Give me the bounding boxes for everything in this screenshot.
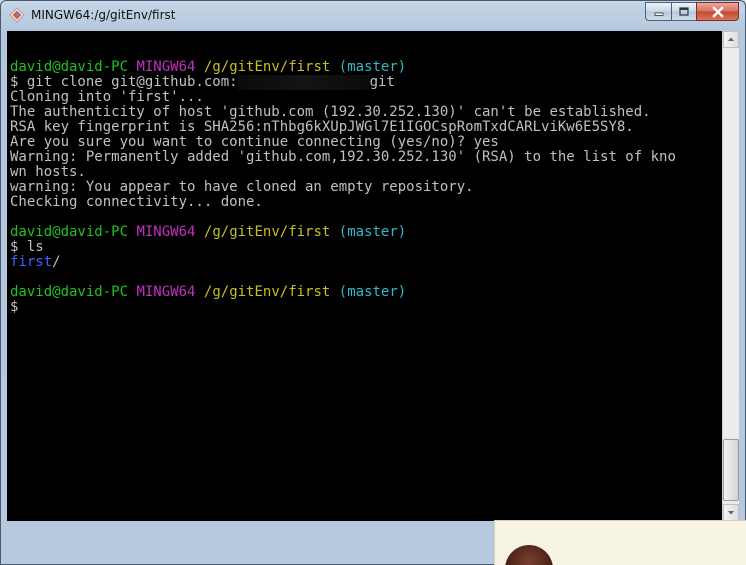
output-line: $ ls — [10, 240, 676, 255]
close-icon — [711, 5, 724, 18]
window-controls — [645, 2, 739, 21]
vertical-scrollbar[interactable] — [722, 31, 739, 521]
output-line: Checking connectivity... done. — [10, 195, 676, 210]
arrow-up-icon — [728, 37, 734, 41]
output-text: Checking connectivity... done. — [10, 194, 263, 210]
terminal-window: MINGW64:/g/gitEnv/first david@david-PC M… — [0, 0, 746, 565]
output-line: RSA key fingerprint is SHA256:nThbg6kXUp… — [10, 120, 676, 135]
output-line: wn hosts. — [10, 165, 676, 180]
output-text: warning: You appear to have cloned an em… — [10, 179, 474, 195]
prompt-shell: MINGW64 — [136, 224, 196, 240]
scroll-down-button[interactable] — [723, 504, 739, 521]
minimize-icon — [654, 12, 663, 16]
command-line: $ git clone git@github.com: git — [10, 75, 676, 90]
output-text: wn hosts. — [10, 164, 86, 180]
prompt-path: /g/gitEnv/first — [203, 59, 331, 75]
prompt-branch: (master) — [338, 59, 407, 75]
overlapping-window[interactable] — [494, 520, 746, 565]
output-text: $ ls — [10, 239, 44, 255]
maximize-button[interactable] — [671, 2, 696, 21]
output-text: Cloning into 'first'... — [10, 89, 204, 105]
output-line: The authenticity of host 'github.com (19… — [10, 105, 676, 120]
window-title: MINGW64:/g/gitEnv/first — [31, 8, 176, 22]
output-text: RSA key fingerprint is SHA256:nThbg6kXUp… — [10, 119, 634, 135]
command-text-suffix: git — [369, 74, 395, 90]
prompt-line: david@david-PC MINGW64 /g/gitEnv/first (… — [10, 285, 676, 300]
scroll-thumb[interactable] — [723, 439, 739, 501]
close-button[interactable] — [696, 2, 739, 21]
input-prompt[interactable]: $ — [10, 300, 676, 315]
prompt-user: david@david-PC — [10, 284, 129, 300]
output-text: Are you sure you want to continue connec… — [10, 134, 499, 150]
maximize-icon — [679, 6, 689, 16]
avatar — [505, 545, 553, 565]
prompt-branch: (master) — [338, 224, 407, 240]
prompt-line: david@david-PC MINGW64 /g/gitEnv/first (… — [10, 225, 676, 240]
output-line: Warning: Permanently added 'github.com,1… — [10, 150, 676, 165]
directory-listing: first/ — [10, 255, 676, 270]
minimize-button[interactable] — [645, 2, 671, 21]
prompt-shell: MINGW64 — [136, 284, 196, 300]
directory-name: first — [10, 254, 53, 270]
terminal-lines: david@david-PC MINGW64 /g/gitEnv/first (… — [10, 45, 676, 315]
prompt-user: david@david-PC — [10, 59, 129, 75]
prompt-user: david@david-PC — [10, 224, 129, 240]
git-bash-icon[interactable] — [9, 7, 25, 23]
prompt-path: /g/gitEnv/first — [203, 284, 331, 300]
prompt-shell: MINGW64 — [136, 59, 196, 75]
prompt-branch: (master) — [338, 284, 407, 300]
prompt-line: david@david-PC MINGW64 /g/gitEnv/first (… — [10, 60, 676, 75]
terminal-output[interactable]: david@david-PC MINGW64 /g/gitEnv/first (… — [7, 31, 722, 521]
directory-suffix: / — [52, 254, 61, 270]
output-line: Cloning into 'first'... — [10, 90, 676, 105]
prompt-path: /g/gitEnv/first — [203, 224, 331, 240]
output-text: The authenticity of host 'github.com (19… — [10, 104, 651, 120]
title-bar[interactable]: MINGW64:/g/gitEnv/first — [1, 1, 745, 29]
command-text: $ git clone git@github.com: — [10, 74, 238, 90]
arrow-down-icon — [728, 511, 734, 515]
output-line: warning: You appear to have cloned an em… — [10, 180, 676, 195]
prompt-symbol: $ — [10, 299, 19, 315]
scroll-up-button[interactable] — [723, 31, 739, 48]
output-text: Warning: Permanently added 'github.com,1… — [10, 149, 676, 165]
redacted-region — [237, 75, 370, 90]
output-line: Are you sure you want to continue connec… — [10, 135, 676, 150]
